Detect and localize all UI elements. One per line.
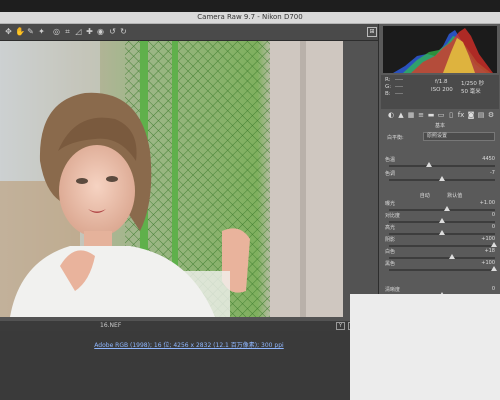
r-value: ---- [395, 77, 403, 83]
fullscreen-icon[interactable]: ⊞ [367, 27, 377, 37]
crop-tool-icon[interactable]: ⌗ [63, 27, 72, 37]
portrait-image [0, 41, 343, 317]
slider-value[interactable]: 0 [492, 286, 495, 292]
preview-area[interactable] [0, 41, 378, 321]
slider-thumb[interactable] [444, 206, 451, 211]
slider-track[interactable] [389, 206, 495, 211]
slider-thumb[interactable] [439, 176, 445, 181]
panel-tab-8-icon[interactable]: ◙ [467, 111, 475, 119]
slider-label: 高光 [385, 225, 396, 231]
white-balance-icon[interactable]: ✎ [26, 27, 35, 37]
histogram-graph [393, 28, 493, 73]
camera-info: R: ---- G: ---- B: ---- f/1.8 1/250 秒 IS… [381, 75, 499, 109]
slider-thumb[interactable] [448, 254, 455, 259]
rotate-cw-icon[interactable]: ↻ [119, 27, 128, 37]
slider-track[interactable] [389, 218, 495, 223]
default-link[interactable]: 默认值 [447, 193, 462, 199]
slider-label: 阴影 [385, 237, 396, 243]
slider-row: 色温 4450 [383, 156, 499, 170]
shutter-speed: 1/250 秒 [461, 81, 485, 87]
slider-thumb[interactable] [490, 242, 497, 247]
photo-preview[interactable] [0, 41, 343, 317]
slider-row: 色调 -7 [383, 170, 499, 184]
b-label: B: [385, 91, 391, 97]
slider-value[interactable]: 0 [492, 212, 495, 218]
slider-track[interactable] [389, 242, 497, 247]
title-bar: Camera Raw 9.7 - Nikon D700 [0, 12, 500, 24]
preview-status-row: 16.NEF Y ▸ [0, 321, 378, 331]
slider-value[interactable]: 4450 [482, 156, 495, 162]
straighten-icon[interactable]: ◿ [74, 27, 83, 37]
white-balance-select[interactable]: 原照设置 [423, 132, 495, 141]
color-sampler-icon[interactable]: ✦ [37, 27, 46, 37]
slider-thumb[interactable] [426, 162, 433, 167]
focal-length: 50 毫米 [461, 89, 481, 95]
r-label: R: [385, 77, 391, 83]
slider-track[interactable] [389, 176, 495, 181]
basic-section-title: 基本 [434, 123, 445, 129]
slider-label: 黑色 [385, 261, 396, 267]
g-value: ---- [395, 84, 403, 90]
file-name: 16.NEF [100, 322, 122, 329]
compare-view-button[interactable]: Y [336, 322, 345, 330]
zoom-tool-icon[interactable]: ✥ [4, 27, 13, 37]
slider-label: 色调 [385, 171, 396, 177]
panel-tab-10-icon[interactable]: ⚙ [487, 111, 495, 119]
panel-tab-9-icon[interactable]: ▤ [477, 111, 485, 119]
top-strip [0, 0, 500, 12]
spot-removal-icon[interactable]: ✚ [85, 27, 94, 37]
panel-tab-2-icon[interactable]: ▦ [407, 111, 415, 119]
panel-tab-3-icon[interactable]: ≡ [417, 111, 425, 119]
slider-label: 色温 [385, 157, 396, 163]
panel-tab-6-icon[interactable]: ▯ [447, 111, 455, 119]
targeted-adjust-icon[interactable]: ◎ [52, 27, 61, 37]
panel-tab-0-icon[interactable]: ◐ [387, 111, 395, 119]
workflow-options-link[interactable]: Adobe RGB (1998); 16 位; 4256 x 2832 (12.… [0, 340, 378, 349]
panel-tab-1-icon[interactable]: ▲ [397, 111, 405, 119]
slider-thumb[interactable] [439, 218, 445, 223]
white-balance-label: 白平衡: [387, 135, 404, 141]
g-label: G: [385, 84, 392, 90]
auto-link[interactable]: 自动 [420, 193, 430, 199]
slider-track[interactable] [389, 254, 495, 259]
slider-label: 曝光 [385, 201, 396, 207]
slider-row: 黑色 +100 [383, 260, 499, 274]
slider-value[interactable]: 0 [492, 224, 495, 230]
slider-track[interactable] [389, 230, 495, 235]
panel-tab-5-icon[interactable]: ▭ [437, 111, 445, 119]
slider-value[interactable]: +1.00 [480, 200, 495, 206]
panel-tab-4-icon[interactable]: ▬ [427, 111, 435, 119]
histogram [383, 26, 497, 73]
slider-label: 对比度 [385, 213, 401, 219]
redeye-icon[interactable]: ◉ [96, 27, 105, 37]
slider-thumb[interactable] [439, 230, 445, 235]
iso: ISO 200 [431, 87, 453, 93]
aperture: f/1.8 [435, 79, 448, 85]
slider-label: 清晰度 [385, 287, 401, 293]
panel-tabs: ◐ ▲ ▦ ≡ ▬ ▭ ▯ fx ◙ ▤ ⚙ [381, 110, 499, 120]
slider-track[interactable] [389, 162, 495, 167]
slider-value[interactable]: -7 [490, 170, 495, 176]
slider-track[interactable] [389, 266, 497, 271]
auto-default-links: 自动 默认值 [383, 192, 499, 200]
window-title: Camera Raw 9.7 - Nikon D700 [197, 13, 303, 21]
panel-tab-7-icon[interactable]: fx [457, 111, 465, 119]
b-value: ---- [395, 91, 403, 97]
slider-thumb[interactable] [490, 266, 497, 271]
hand-tool-icon[interactable]: ✋ [15, 27, 25, 37]
rotate-ccw-icon[interactable]: ↺ [108, 27, 117, 37]
corner-overlay [350, 294, 500, 400]
slider-label: 白色 [385, 249, 396, 255]
slider-value[interactable]: +18 [484, 248, 495, 254]
